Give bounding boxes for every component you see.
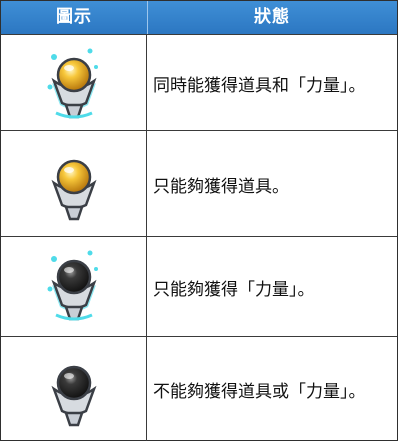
header-state-column: 狀態 [254, 7, 290, 27]
table-row: 只能夠獲得道具。 [1, 130, 397, 237]
table-header: 圖示 狀態 [1, 1, 397, 35]
icon-cell [1, 237, 147, 337]
table-row: 同時能獲得道具和「力量」。 [1, 34, 397, 131]
state-text: 只能夠獲得「力量」。 [153, 279, 315, 300]
black-orb-glow-icon [47, 250, 98, 321]
table-row: 不能夠獲得道具或「力量」。 [1, 336, 397, 441]
status-table: 圖示 狀態 同時能獲得道具和「力量」。 只能夠獲得道具。 只能夠獲得「力量」。 … [0, 0, 398, 441]
black-orb-icon [51, 365, 97, 427]
gold-orb-glow-icon [47, 48, 98, 119]
icon-cell [1, 131, 147, 237]
state-text: 只能夠獲得道具。 [153, 176, 289, 197]
table-row: 只能夠獲得「力量」。 [1, 236, 397, 337]
state-text: 同時能獲得道具和「力量」。 [153, 75, 366, 96]
header-icon-column: 圖示 [56, 7, 92, 27]
gold-orb-icon [51, 159, 97, 221]
icon-cell [1, 35, 147, 131]
state-text: 不能夠獲得道具或「力量」。 [153, 381, 366, 402]
icon-cell [1, 337, 147, 441]
